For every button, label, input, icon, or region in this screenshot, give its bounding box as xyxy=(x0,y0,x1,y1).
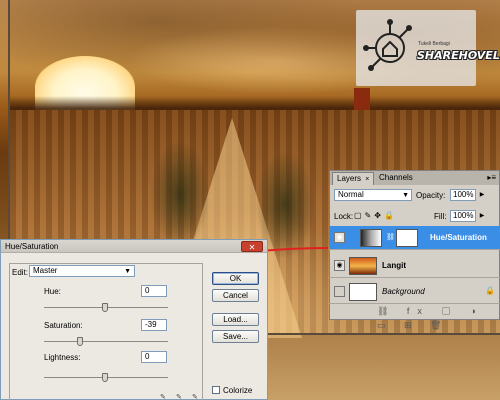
saturation-slider-thumb[interactable] xyxy=(77,337,83,346)
opacity-input[interactable]: 100% xyxy=(450,189,476,201)
watermark-tagline: Tukeli Berbagi xyxy=(418,41,450,47)
close-icon[interactable]: × xyxy=(365,176,369,183)
sky-thumbnail xyxy=(349,257,377,275)
layer-name: Langit xyxy=(382,261,406,270)
load-button[interactable]: Load... xyxy=(212,313,259,326)
dialog-title: Hue/Saturation xyxy=(5,242,59,251)
save-button[interactable]: Save... xyxy=(212,330,259,343)
tab-channels[interactable]: Channels xyxy=(375,172,417,185)
tab-channels-label: Channels xyxy=(379,173,413,182)
saturation-input[interactable]: -39 xyxy=(141,319,167,331)
panel-menu-icon[interactable]: ▸≡ xyxy=(487,173,496,182)
fill-input[interactable]: 100% xyxy=(450,210,476,222)
edit-channel-value: Master xyxy=(33,266,58,275)
blend-mode-select[interactable]: Normal ▼ xyxy=(334,189,412,201)
layer-name: Hue/Saturation xyxy=(430,233,487,242)
opacity-label: Opacity: xyxy=(416,191,446,200)
layer-row-hue-saturation[interactable]: ◉ ⛓ Hue/Saturation xyxy=(329,226,500,250)
watermark-logo: Tukeli Berbagi SHAREHOVEL xyxy=(356,10,500,86)
colorize-checkbox[interactable] xyxy=(212,386,220,394)
fill-label: Fill: xyxy=(434,212,447,221)
hue-slider-thumb[interactable] xyxy=(102,303,108,312)
cancel-button[interactable]: Cancel xyxy=(212,289,259,302)
lightness-label: Lightness: xyxy=(44,353,81,362)
hue-input[interactable]: 0 xyxy=(141,285,167,297)
lock-icon: 🔒 xyxy=(485,286,495,295)
opacity-arrow-icon[interactable]: ▶ xyxy=(478,189,486,201)
edit-channel-select[interactable]: Master ▼ xyxy=(29,265,135,277)
ok-button[interactable]: OK xyxy=(212,272,259,285)
layer-mask-thumbnail xyxy=(396,229,418,247)
adjustment-layer-icon xyxy=(360,229,382,247)
layer-row-langit[interactable]: ◉ Langit xyxy=(329,254,500,278)
lock-label: Lock: xyxy=(334,212,354,221)
lightness-slider-thumb[interactable] xyxy=(102,373,108,382)
lightness-input[interactable]: 0 xyxy=(141,351,167,363)
background-thumbnail xyxy=(349,283,377,301)
eyedropper-plus-icon[interactable]: ✎ xyxy=(176,393,182,400)
edit-label: Edit: xyxy=(12,268,29,277)
saturation-slider-track[interactable] xyxy=(44,341,168,342)
tab-layers[interactable]: Layers × xyxy=(332,172,375,185)
chevron-down-icon: ▼ xyxy=(124,268,131,275)
lock-options-icon[interactable]: ▢✎✥🔒 xyxy=(354,211,397,220)
eyedropper-minus-icon[interactable]: ✎ xyxy=(192,393,198,400)
layer-name: Background xyxy=(382,287,425,296)
eyedropper-icon[interactable]: ✎ xyxy=(160,393,166,400)
fill-arrow-icon[interactable]: ▶ xyxy=(478,210,486,222)
close-button[interactable]: ✕ xyxy=(241,241,263,252)
layers-footer-toolbar[interactable]: ⛓ fx ◻ ◑ ▭ ⊞ 🗑 xyxy=(329,304,500,330)
colorize-label: Colorize xyxy=(223,386,253,395)
panel-tabs: Layers × Channels ▸≡ xyxy=(330,171,499,185)
eye-off-icon[interactable] xyxy=(334,286,345,297)
layer-row-background[interactable]: Background 🔒 xyxy=(329,280,500,304)
blend-mode-value: Normal xyxy=(338,190,364,199)
hue-label: Hue: xyxy=(44,287,61,296)
watermark-brand: SHAREHOVEL xyxy=(417,49,500,62)
house-network-icon xyxy=(363,19,412,71)
link-icon: ⛓ xyxy=(386,234,395,241)
chevron-down-icon: ▼ xyxy=(402,192,409,199)
eye-icon[interactable]: ◉ xyxy=(334,260,345,271)
tab-layers-label: Layers xyxy=(337,174,362,183)
eye-icon[interactable]: ◉ xyxy=(334,232,345,243)
dialog-titlebar[interactable]: Hue/Saturation ✕ xyxy=(1,240,267,253)
saturation-label: Saturation: xyxy=(44,321,83,330)
